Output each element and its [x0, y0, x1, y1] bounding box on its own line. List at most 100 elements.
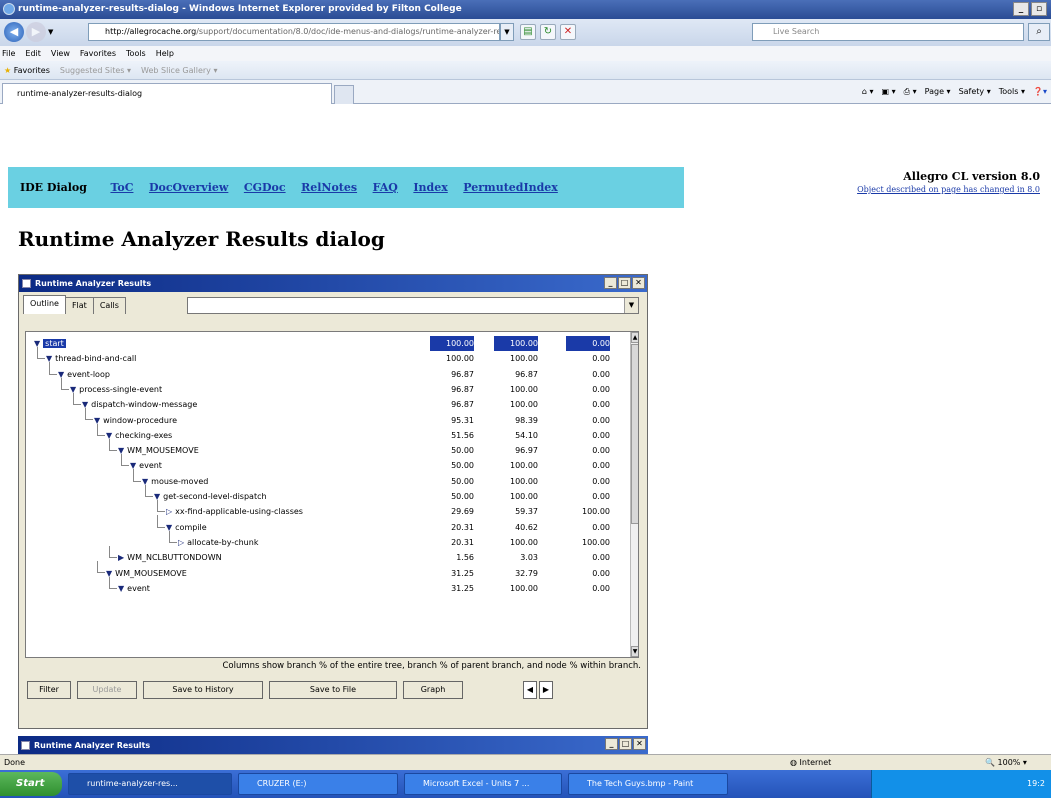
expanded-triangle-icon[interactable]: ▼ — [106, 569, 112, 578]
next-arrow-icon[interactable]: ▶ — [539, 681, 553, 699]
expanded-triangle-icon[interactable]: ▼ — [130, 461, 136, 470]
dialog-maximize-button[interactable]: □ — [619, 738, 632, 750]
tree-row[interactable]: ▼ dispatch-window-message 96.87 100.00 0.00 — [26, 397, 626, 412]
tree-row[interactable]: ▼ start 100.00 100.00 0.00 — [26, 336, 626, 351]
update-button[interactable]: Update — [77, 681, 137, 699]
profile-select[interactable]: ▼ — [187, 297, 639, 314]
graph-button[interactable]: Graph — [403, 681, 463, 699]
address-input[interactable]: http://allegrocache.org/support/document… — [88, 23, 500, 41]
home-icon[interactable]: ⌂ ▾ — [862, 84, 874, 100]
expanded-triangle-icon[interactable]: ▼ — [58, 370, 64, 379]
search-icon[interactable]: ⌕ — [1028, 23, 1050, 41]
tree-row[interactable]: ▷ allocate-by-chunk 20.31 100.00 100.00 — [26, 535, 626, 550]
expanded-triangle-icon[interactable]: ▼ — [142, 477, 148, 486]
save-to-history-button[interactable]: Save to History — [143, 681, 263, 699]
tab-outline[interactable]: Outline — [23, 295, 66, 314]
dialog-minimize-button[interactable]: _ — [604, 277, 617, 289]
feeds-icon[interactable]: ▣ ▾ — [882, 84, 896, 100]
dialog-minimize-button[interactable]: _ — [605, 738, 618, 750]
menu-help[interactable]: Help — [156, 46, 174, 61]
restore-button[interactable]: ▫ — [1031, 2, 1047, 16]
collapsed-triangle-icon[interactable]: ▶ — [118, 553, 124, 562]
expanded-triangle-icon[interactable]: ▼ — [166, 523, 172, 532]
safety-menu[interactable]: Safety ▾ — [959, 84, 991, 100]
web-slice-gallery-link[interactable]: Web Slice Gallery ▾ — [141, 61, 217, 79]
tree-row[interactable]: ▼ get-second-level-dispatch 50.00 100.00 0.0… — [26, 489, 626, 504]
minimize-button[interactable]: _ — [1013, 2, 1029, 16]
expanded-triangle-icon[interactable]: ▼ — [94, 416, 100, 425]
tab-calls[interactable]: Calls — [92, 297, 126, 314]
menu-view[interactable]: View — [51, 46, 70, 61]
tree-row[interactable]: ▼ event 50.00 100.00 0.00 — [26, 458, 626, 473]
menu-tools[interactable]: Tools — [126, 46, 146, 61]
link-cgdoc[interactable]: CGDoc — [244, 181, 286, 194]
outline-tree[interactable]: ▼ start 100.00 100.00 0.00 ▼ thread-bind-and-c… — [25, 331, 639, 658]
back-button[interactable]: ◀ — [4, 22, 24, 42]
tree-row[interactable]: ▼ mouse-moved 50.00 100.00 0.00 — [26, 474, 626, 489]
tree-row[interactable]: ▷ xx-find-applicable-using-classes 29.69 59… — [26, 504, 626, 519]
zoom-control[interactable]: 🔍 100% ▾ — [985, 755, 1027, 770]
search-input[interactable]: Live Search — [752, 23, 1024, 41]
changed-link[interactable]: Object described on page has changed in … — [780, 185, 1040, 194]
leaf-triangle-icon[interactable]: ▷ — [166, 507, 172, 516]
menu-edit[interactable]: Edit — [25, 46, 41, 61]
vertical-scrollbar[interactable]: ▲ ▼ — [630, 332, 638, 657]
save-to-file-button[interactable]: Save to File — [269, 681, 397, 699]
tree-row[interactable]: ▼ thread-bind-and-call 100.00 100.00 0.00 — [26, 351, 626, 366]
expanded-triangle-icon[interactable]: ▼ — [34, 339, 40, 348]
task-ie[interactable]: runtime-analyzer-res... — [68, 773, 232, 795]
task-cruzer[interactable]: CRUZER (E:) — [238, 773, 398, 795]
link-docoverview[interactable]: DocOverview — [149, 181, 228, 194]
tree-row[interactable]: ▼ WM_MOUSEMOVE 50.00 96.97 0.00 — [26, 443, 626, 458]
tree-row[interactable]: ▼ process-single-event 96.87 100.00 0.00 — [26, 382, 626, 397]
link-permutedindex[interactable]: PermutedIndex — [463, 181, 558, 194]
task-paint[interactable]: The Tech Guys.bmp - Paint — [568, 773, 728, 795]
help-icon[interactable]: ❓▾ — [1033, 84, 1047, 100]
menu-file[interactable]: File — [2, 46, 15, 61]
browser-tab[interactable]: runtime-analyzer-results-dialog — [2, 83, 332, 104]
scroll-down-icon[interactable]: ▼ — [631, 646, 638, 657]
stop-icon[interactable]: ✕ — [560, 24, 576, 40]
dialog-maximize-button[interactable]: □ — [618, 277, 631, 289]
page-menu[interactable]: Page ▾ — [925, 84, 951, 100]
refresh-icon[interactable]: ↻ — [540, 24, 556, 40]
address-dropdown-button[interactable]: ▼ — [500, 23, 514, 41]
scroll-up-icon[interactable]: ▲ — [631, 332, 638, 343]
tree-row[interactable]: ▼ event 31.25 100.00 0.00 — [26, 581, 626, 596]
link-faq[interactable]: FAQ — [373, 181, 398, 194]
tree-row[interactable]: ▼ checking-exes 51.56 54.10 0.00 — [26, 428, 626, 443]
new-tab-button[interactable] — [334, 85, 354, 104]
expanded-triangle-icon[interactable]: ▼ — [46, 354, 52, 363]
start-button[interactable]: Start — [0, 772, 62, 796]
previous-arrow-icon[interactable]: ◀ — [523, 681, 537, 699]
history-dropdown-icon[interactable]: ▼ — [48, 28, 53, 36]
tab-flat[interactable]: Flat — [64, 297, 94, 314]
suggested-sites-link[interactable]: Suggested Sites ▾ — [60, 61, 131, 79]
tree-row[interactable]: ▼ WM_MOUSEMOVE 31.25 32.79 0.00 — [26, 566, 626, 581]
scroll-thumb[interactable] — [631, 344, 638, 524]
expanded-triangle-icon[interactable]: ▼ — [106, 431, 112, 440]
chevron-down-icon[interactable]: ▼ — [624, 298, 638, 313]
print-icon[interactable]: ⎙ ▾ — [904, 84, 917, 100]
leaf-triangle-icon[interactable]: ▷ — [178, 538, 184, 547]
expanded-triangle-icon[interactable]: ▼ — [82, 400, 88, 409]
link-relnotes[interactable]: RelNotes — [301, 181, 357, 194]
favorites-button[interactable]: ★ Favorites — [4, 61, 50, 79]
dialog-close-button[interactable]: ✕ — [632, 277, 645, 289]
dialog-close-button[interactable]: ✕ — [633, 738, 646, 750]
link-toc[interactable]: ToC — [110, 181, 133, 194]
tree-row[interactable]: ▼ window-procedure 95.31 98.39 0.00 — [26, 413, 626, 428]
expanded-triangle-icon[interactable]: ▼ — [70, 385, 76, 394]
filter-button[interactable]: Filter — [27, 681, 71, 699]
compat-icon[interactable]: ▤ — [520, 24, 536, 40]
expanded-triangle-icon[interactable]: ▼ — [154, 492, 160, 501]
link-index[interactable]: Index — [413, 181, 447, 194]
tree-row[interactable]: ▼ compile 20.31 40.62 0.00 — [26, 520, 626, 535]
tools-menu[interactable]: Tools ▾ — [999, 84, 1025, 100]
expanded-triangle-icon[interactable]: ▼ — [118, 584, 124, 593]
tree-row[interactable]: ▶ WM_NCLBUTTONDOWN 1.56 3.03 0.00 — [26, 550, 626, 565]
expanded-triangle-icon[interactable]: ▼ — [118, 446, 124, 455]
tree-row[interactable]: ▼ event-loop 96.87 96.87 0.00 — [26, 367, 626, 382]
menu-favorites[interactable]: Favorites — [80, 46, 116, 61]
forward-button[interactable]: ▶ — [26, 22, 46, 42]
